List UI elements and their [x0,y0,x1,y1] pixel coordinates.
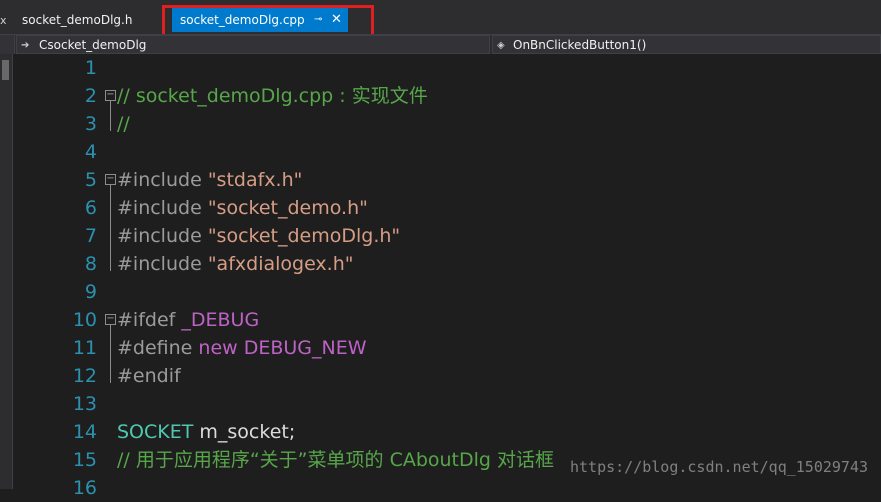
code-text: // [117,110,130,138]
code-token: #include [117,169,208,191]
code-token: _DEBUG [181,309,260,331]
class-dropdown-label: Csocket_demoDlg [39,38,147,52]
line-number: 13 [72,393,97,415]
code-line[interactable]: 2−// socket_demoDlg.cpp : 实现文件 [35,82,881,110]
collapse-icon[interactable]: − [105,174,116,185]
line-number: 16 [72,477,97,499]
line-number: 11 [72,337,97,359]
collapse-icon[interactable]: − [105,90,116,101]
code-line[interactable]: 14 SOCKET m_socket; [35,418,881,446]
code-line[interactable]: 7 #include "socket_demoDlg.h" [35,222,881,250]
left-sidebar [0,54,13,489]
line-number: 14 [72,421,97,443]
code-text: // socket_demoDlg.cpp : 实现文件 [117,82,428,110]
line-number: 3 [84,113,97,135]
code-text: // 用于应用程序“关于”菜单项的 CAboutDlg 对话框 [117,446,554,474]
tab-socket-demodlg-h[interactable]: socket_demoDlg.h [0,8,142,32]
code-text: SOCKET m_socket; [117,418,295,446]
code-line[interactable]: 3 // [35,110,881,138]
method-icon: ◈ [497,40,505,51]
code-line[interactable]: 8 #include "afxdialogex.h" [35,250,881,278]
code-token: #include [117,197,208,219]
code-text: #endif [117,362,181,390]
document-tab-bar: x socket_demoDlg.h socket_demoDlg.cpp ⊸ … [0,0,881,48]
code-line[interactable]: 11 #define new DEBUG_NEW [35,334,881,362]
member-dropdown-label: OnBnClickedButton1() [513,38,647,52]
code-text: #include "afxdialogex.h" [117,250,354,278]
line-number: 15 [72,449,97,471]
code-text: #ifdef _DEBUG [117,306,259,334]
code-token: // [117,113,130,135]
code-token: // 用于应用程序“关于”菜单项的 CAboutDlg 对话框 [117,449,555,471]
code-line[interactable]: 5− #include "stdafx.h" [35,166,881,194]
code-token: new DEBUG_NEW [198,337,367,359]
code-token: // socket_demoDlg.cpp : 实现文件 [117,85,428,107]
code-line[interactable]: 13 [35,390,881,418]
line-number: 8 [84,253,97,275]
member-dropdown[interactable]: ◈ OnBnClickedButton1() [492,35,881,54]
line-number: 1 [84,57,97,79]
code-line[interactable]: 16 [35,474,881,502]
collapse-icon[interactable]: − [105,314,116,325]
code-token: "stdafx.h" [207,169,303,191]
code-token: #endif [117,365,181,387]
code-text: #include "socket_demo.h" [117,194,368,222]
navigation-bar: ➔ Csocket_demoDlg ◈ OnBnClickedButton1() [0,34,881,54]
line-number: 2 [84,85,97,107]
line-number: 7 [84,225,97,247]
code-token: SOCKET [117,421,194,443]
outline-guide [110,325,111,383]
code-text: #include "stdafx.h" [117,166,302,194]
code-token: #define [117,337,199,359]
code-line[interactable]: 10− #ifdef _DEBUG [35,306,881,334]
code-token: #ifdef [117,309,182,331]
code-line[interactable]: 9 [35,278,881,306]
code-line[interactable]: 4 [35,138,881,166]
line-number: 10 [72,309,97,331]
watermark: https://blog.csdn.net/qq_15029743 [570,458,869,476]
outline-guide [110,185,111,271]
code-token: #include [117,225,208,247]
line-number: 6 [84,197,97,219]
line-number: 9 [84,281,97,303]
code-token: "socket_demo.h" [207,197,368,219]
line-number: 5 [84,169,97,191]
code-line[interactable]: 12 #endif [35,362,881,390]
code-line[interactable]: 6 #include "socket_demo.h" [35,194,881,222]
line-number: 12 [72,365,97,387]
code-token: #include [117,253,208,275]
code-text: #define new DEBUG_NEW [117,334,367,362]
code-token: m_socket; [193,421,296,443]
project-dropdown-edge[interactable] [0,35,15,54]
code-token: "socket_demoDlg.h" [207,225,401,247]
code-line[interactable]: 1 [35,54,881,82]
code-token: "afxdialogex.h" [207,253,354,275]
code-text: #include "socket_demoDlg.h" [117,222,400,250]
line-number: 4 [84,141,97,163]
class-dropdown[interactable]: ➔ Csocket_demoDlg [16,35,490,54]
class-arrow-icon: ➔ [21,40,30,51]
sidebar-scroll-thumb[interactable] [2,60,9,80]
code-editor[interactable]: 1 2−// socket_demoDlg.cpp : 实现文件 3//4 5− #in… [35,54,881,499]
outline-guide [110,101,111,131]
indicator-margin [13,54,35,489]
